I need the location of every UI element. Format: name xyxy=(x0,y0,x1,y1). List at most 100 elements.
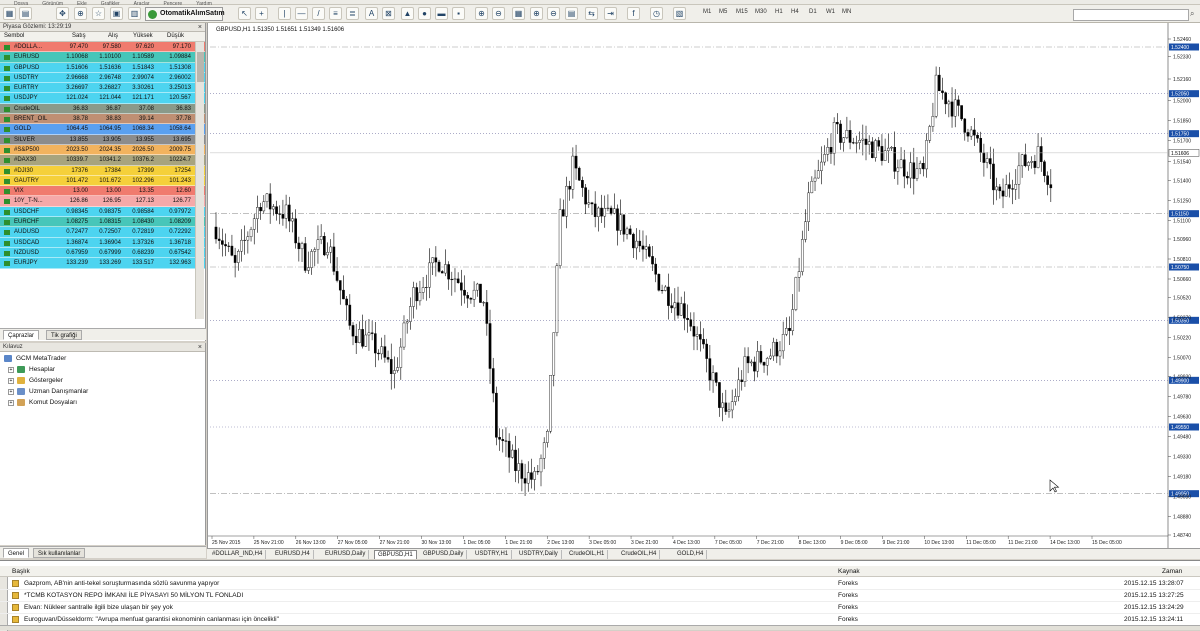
market-watch-row[interactable]: #S&P500 2023.50 2024.35 2026.50 2009.75 xyxy=(0,144,205,156)
grid-icon[interactable]: ▦ xyxy=(512,7,525,20)
new-chart-icon[interactable]: ▦ xyxy=(3,7,16,20)
market-watch-row[interactable]: EURCHF 1.08275 1.08315 1.08430 1.08209 xyxy=(0,217,205,228)
market-watch-row[interactable]: USDTRY 2.96668 2.96748 2.99074 2.96002 xyxy=(0,72,205,84)
market-watch-row[interactable]: VIX 13.00 13.00 13.35 12.60 xyxy=(0,186,205,197)
market-watch-row[interactable]: #DJI30 17376 17384 17399 17254 xyxy=(0,165,205,176)
col-source[interactable]: Kaynak xyxy=(838,568,860,575)
fibonacci-icon[interactable]: ≣ xyxy=(346,7,359,20)
tab-general[interactable]: Genel xyxy=(3,548,30,558)
timeframe-h4[interactable]: H4 xyxy=(791,9,799,15)
candles-icon[interactable]: ● xyxy=(418,7,431,20)
zoom-out-icon[interactable]: ⊖ xyxy=(492,7,505,20)
timeframe-d1[interactable]: D1 xyxy=(809,9,817,15)
chart-tab[interactable]: USDTRY,H1 xyxy=(472,550,513,559)
expand-icon[interactable]: + xyxy=(8,399,14,406)
col-high[interactable]: Yüksek xyxy=(133,33,153,39)
col-ask[interactable]: Alış xyxy=(108,33,118,39)
navigator-root[interactable]: GCM MetaTrader xyxy=(4,355,66,362)
search-input[interactable] xyxy=(1073,9,1189,21)
zoom-in-icon[interactable]: ⊕ xyxy=(475,7,488,20)
algo-trading-button[interactable]: OtomatikAlımSatım xyxy=(145,7,225,21)
col-headline[interactable]: Başlık xyxy=(12,568,30,575)
chart-window[interactable]: GBPUSD,H1 1.51350 1.51651 1.51349 1.5160… xyxy=(207,23,1200,557)
market-watch-row[interactable]: EURJPY 133.239 133.269 133.517 132.963 xyxy=(0,258,205,269)
market-watch-row[interactable]: USDCAD 1.36874 1.36904 1.37326 1.36718 xyxy=(0,237,205,248)
close-icon[interactable]: × xyxy=(198,343,202,352)
col-low[interactable]: Düşük xyxy=(167,33,184,39)
chart-tab[interactable]: USDTRY,Daily xyxy=(516,550,562,559)
timeframe-m1[interactable]: M1 xyxy=(703,9,711,15)
cursor-icon[interactable]: ↖ xyxy=(238,7,251,20)
timeframe-mn[interactable]: MN xyxy=(842,9,851,15)
navigator-item-indicators[interactable]: + Göstergeler xyxy=(8,377,63,384)
vertical-line-icon[interactable]: | xyxy=(278,7,291,20)
search-icon[interactable]: ⌕ xyxy=(1190,9,1194,19)
expand-icon[interactable]: + xyxy=(8,388,14,395)
market-watch-row[interactable]: GBPUSD 1.51606 1.51636 1.51843 1.51308 xyxy=(0,62,205,73)
col-symbol[interactable]: Sembol xyxy=(4,33,24,39)
chart-tab[interactable]: CrudeOIL,H4 xyxy=(618,550,661,559)
col-bid[interactable]: Satış xyxy=(72,33,86,39)
timeframe-w1[interactable]: W1 xyxy=(826,9,835,15)
label-icon[interactable]: ⊠ xyxy=(382,7,395,20)
tab-tick-chart[interactable]: Tik grafiği xyxy=(46,330,82,340)
terminal-icon[interactable]: ▣ xyxy=(110,7,123,20)
tile-windows-icon[interactable]: ▤ xyxy=(565,7,578,20)
text-icon[interactable]: A xyxy=(365,7,378,20)
zoom-out-2-icon[interactable]: ⊖ xyxy=(547,7,560,20)
navigator-item-experts[interactable]: + Uzman Danışmanlar xyxy=(8,388,88,395)
market-watch-row[interactable]: SILVER 13.855 13.905 13.955 13.695 xyxy=(0,134,205,145)
timeframe-m15[interactable]: M15 xyxy=(736,9,748,15)
navigator-item-accounts[interactable]: + Hesaplar xyxy=(8,366,55,373)
chart-tab[interactable]: CrudeOIL,H1 xyxy=(566,550,609,559)
price-chart[interactable]: GBPUSD,H1 1.51350 1.51651 1.51349 1.5160… xyxy=(208,23,1200,548)
market-watch-row[interactable]: USDCHF 0.98345 0.98375 0.98584 0.97972 xyxy=(0,206,205,218)
channel-icon[interactable]: ≡ xyxy=(329,7,342,20)
shapes-icon[interactable]: ▪ xyxy=(452,7,465,20)
chart-tab[interactable]: GOLD,H4 xyxy=(674,550,708,559)
market-watch-row[interactable]: GOLD 1064.45 1064.95 1068.34 1058.64 xyxy=(0,124,205,135)
tab-symbols[interactable]: Çaprazlar xyxy=(3,330,40,340)
timeframe-m30[interactable]: M30 xyxy=(755,9,767,15)
chart-shift-icon[interactable]: ⇥ xyxy=(604,7,617,20)
profiles-icon[interactable]: ▤ xyxy=(19,7,32,20)
market-watch-scrollbar[interactable] xyxy=(195,42,204,319)
market-watch-row[interactable]: BRENT_OIL 38.78 38.83 39.14 37.78 xyxy=(0,114,205,125)
indicators-icon[interactable]: f xyxy=(627,7,640,20)
tab-favorites[interactable]: Sık kullanılanlar xyxy=(33,548,86,558)
timeframe-m5[interactable]: M5 xyxy=(719,9,727,15)
chart-tab[interactable]: EURUSD,H4 xyxy=(272,550,314,559)
chart-tab[interactable]: #DOLLAR_IND,H4 xyxy=(209,550,267,559)
close-icon[interactable]: × xyxy=(198,23,202,32)
market-watch-row[interactable]: GAUTRY 101.472 101.672 102.296 101.243 xyxy=(0,175,205,187)
market-watch-row[interactable]: 10Y_T-N... 126.86 126.95 127.13 126.77 xyxy=(0,196,205,207)
strategy-tester-icon[interactable]: ▥ xyxy=(128,7,141,20)
expand-icon[interactable]: + xyxy=(8,366,14,373)
bar-chart-icon[interactable]: ▲ xyxy=(401,7,414,20)
horizontal-line-icon[interactable]: — xyxy=(295,7,308,20)
market-watch-row[interactable]: AUDUSD 0.72477 0.72507 0.72819 0.72292 xyxy=(0,227,205,238)
market-watch-row[interactable]: #DOLLA... 97.470 97.580 97.620 97.170 xyxy=(0,42,205,53)
market-watch-row[interactable]: USDJPY 121.024 121.044 121.171 120.567 xyxy=(0,93,205,104)
crosshair-icon[interactable]: + xyxy=(255,7,268,20)
navigator-icon[interactable]: ☆ xyxy=(92,7,105,20)
market-watch-row[interactable]: #DAX30 10339.7 10341.2 10376.2 10224.7 xyxy=(0,155,205,166)
trendline-icon[interactable]: / xyxy=(312,7,325,20)
news-row[interactable]: *TCMB KOTASYON REPO İMKANI İLE PİYASAYI … xyxy=(0,590,1200,602)
market-watch-row[interactable]: EURTRY 3.26697 3.26827 3.30261 3.25013 xyxy=(0,83,205,94)
market-watch-row[interactable]: EURUSD 1.10068 1.10100 1.10589 1.09884 xyxy=(0,52,205,63)
chart-tab[interactable]: GBPUSD,Daily xyxy=(420,550,468,559)
zoom-icon[interactable]: ⊕ xyxy=(530,7,543,20)
news-row[interactable]: Gazprom, AB'nin anti-tekel soruşturmasın… xyxy=(0,578,1200,590)
periods-icon[interactable]: ◷ xyxy=(650,7,663,20)
timeframe-h1[interactable]: H1 xyxy=(775,9,783,15)
navigator-item-scripts[interactable]: + Komut Dosyaları xyxy=(8,399,77,406)
templates-icon[interactable]: ▧ xyxy=(673,7,686,20)
market-watch-icon[interactable]: ✥ xyxy=(56,7,69,20)
chart-tab[interactable]: EURUSD,Daily xyxy=(322,550,370,559)
line-chart-icon[interactable]: ▬ xyxy=(435,7,448,20)
expand-icon[interactable]: + xyxy=(8,377,14,384)
autoscroll-icon[interactable]: ⇆ xyxy=(585,7,598,20)
data-window-icon[interactable]: ⊕ xyxy=(74,7,87,20)
chart-tab[interactable]: GBPUSD,H1 xyxy=(374,550,417,559)
